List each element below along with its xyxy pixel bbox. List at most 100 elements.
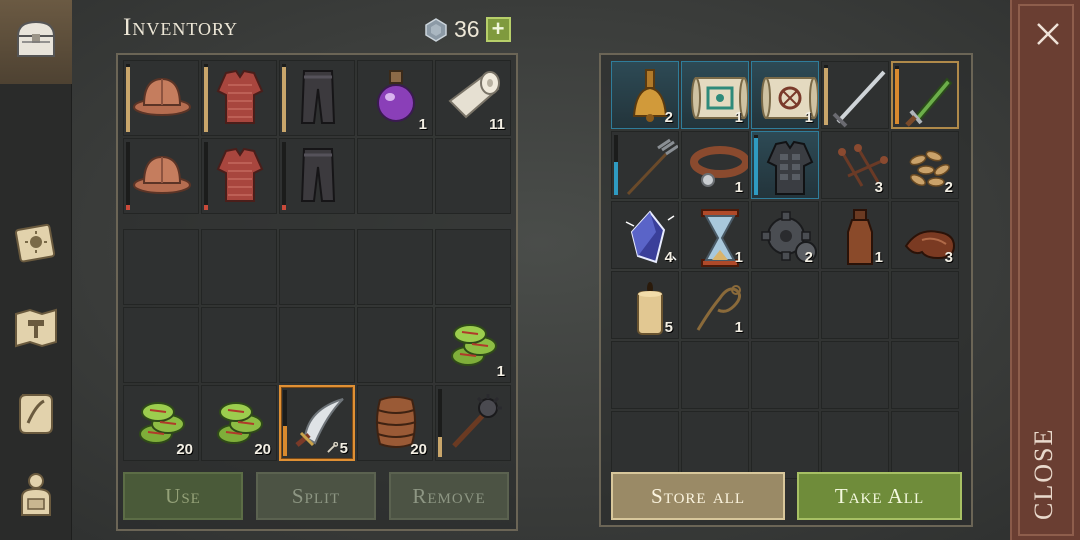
storage-slot[interactable]: 1 [681, 61, 749, 129]
item-quantity: 4 [664, 249, 673, 266]
helmet-icon [130, 143, 194, 207]
split-button[interactable]: Split [256, 472, 376, 520]
add-gems-button[interactable]: + [485, 17, 511, 42]
gem-icon [424, 17, 448, 42]
equipment-slot[interactable] [435, 138, 511, 214]
tab-inventory[interactable] [0, 0, 72, 84]
storage-slot[interactable] [891, 411, 959, 479]
close-icon[interactable] [1034, 20, 1062, 48]
inventory-title: Inventory [123, 14, 238, 41]
storage-slot[interactable]: 2 [751, 201, 819, 269]
storage-slot[interactable]: 2 [891, 131, 959, 199]
equipment-slot[interactable]: 11 [435, 60, 511, 136]
storage-slot[interactable] [611, 131, 679, 199]
backpack-slot[interactable] [201, 229, 277, 305]
pants-icon [286, 143, 350, 207]
equipment-slot[interactable] [357, 138, 433, 214]
storage-slot[interactable] [821, 61, 889, 129]
close-panel[interactable]: CLOSE [1010, 0, 1080, 540]
pitchfork-icon [618, 136, 678, 198]
storage-slot[interactable]: 3 [891, 201, 959, 269]
equipment-grid: 1 11 [123, 60, 511, 214]
backpack-slot[interactable] [279, 307, 355, 383]
item-quantity: 3 [874, 179, 883, 196]
backpack-slot[interactable]: 1 [435, 307, 511, 383]
storage-slot[interactable]: 1 [751, 61, 819, 129]
item-quantity: 1 [874, 249, 883, 266]
equipment-slot[interactable] [201, 138, 277, 214]
item-quantity: 3 [944, 249, 953, 266]
item-quantity: 1 [418, 116, 427, 133]
equipment-slot[interactable] [279, 138, 355, 214]
backpack-slot[interactable] [435, 385, 511, 461]
storage-slot[interactable] [751, 271, 819, 339]
storage-slot[interactable] [821, 411, 889, 479]
backpack-slot[interactable]: 20 [123, 385, 199, 461]
storage-grid: 2 1 1 1 3 2 4 1 2 1 3 5 1 [611, 61, 959, 479]
storage-slot[interactable] [821, 271, 889, 339]
item-quantity: 1 [734, 109, 743, 126]
repair-icon [326, 440, 338, 457]
equipment-slot[interactable] [123, 138, 199, 214]
backpack-slot[interactable] [123, 229, 199, 305]
equipment-slot[interactable] [279, 60, 355, 136]
storage-slot[interactable] [681, 341, 749, 409]
gem-count: 36 [454, 16, 480, 42]
equipment-slot[interactable] [201, 60, 277, 136]
backpack-slot[interactable] [435, 229, 511, 305]
dagger-icon [899, 67, 957, 127]
backpack-slot[interactable]: 20 [201, 385, 277, 461]
storage-slot[interactable] [751, 341, 819, 409]
recipe-scroll-icon [10, 387, 62, 444]
backpack-slot[interactable] [357, 229, 433, 305]
durability-value: 5 [339, 440, 348, 457]
storage-slot[interactable] [821, 341, 889, 409]
storage-slot[interactable]: 5 [611, 271, 679, 339]
store-all-button[interactable]: Store all [611, 472, 785, 520]
durability-count: 5 [326, 440, 348, 457]
remove-button[interactable]: Remove [389, 472, 509, 520]
tab-recipes[interactable] [0, 380, 72, 450]
item-quantity: 1 [734, 249, 743, 266]
equipment-slot[interactable]: 1 [357, 60, 433, 136]
equipment-slot[interactable] [123, 60, 199, 136]
item-quantity: 20 [176, 441, 193, 458]
storage-slot[interactable] [751, 131, 819, 199]
backpack-slot[interactable]: 5 [279, 385, 355, 461]
backpack-grid: 1 20 20 5 20 [123, 229, 511, 461]
storage-slot[interactable]: 4 [611, 201, 679, 269]
backpack-slot[interactable] [279, 229, 355, 305]
backpack-slot[interactable] [123, 307, 199, 383]
item-quantity: 20 [410, 441, 427, 458]
backpack-slot[interactable]: 20 [357, 385, 433, 461]
tab-journal[interactable] [0, 210, 72, 280]
close-label[interactable]: CLOSE [1029, 428, 1059, 520]
backpack-slot[interactable] [357, 307, 433, 383]
storage-slot[interactable]: 1 [821, 201, 889, 269]
storage-slot[interactable] [891, 271, 959, 339]
character-icon [10, 469, 62, 526]
storage-slot[interactable]: 1 [681, 271, 749, 339]
gem-counter: 36 + [424, 16, 511, 43]
tab-character[interactable] [0, 462, 72, 532]
storage-slot[interactable] [611, 341, 679, 409]
item-quantity: 1 [734, 179, 743, 196]
take-all-button[interactable]: Take All [797, 472, 962, 520]
storage-slot[interactable]: 1 [681, 201, 749, 269]
use-button[interactable]: Use [123, 472, 243, 520]
pants-icon [286, 65, 350, 129]
item-quantity: 2 [944, 179, 953, 196]
backpack-slot[interactable] [201, 307, 277, 383]
storage-slot[interactable] [891, 341, 959, 409]
item-quantity: 5 [664, 319, 673, 336]
storage-slot[interactable]: 1 [681, 131, 749, 199]
mace-icon [442, 390, 506, 454]
item-quantity: 1 [804, 109, 813, 126]
storage-slot[interactable] [681, 411, 749, 479]
storage-slot[interactable]: 2 [611, 61, 679, 129]
tab-crafting[interactable] [0, 295, 72, 365]
storage-slot[interactable] [891, 61, 959, 129]
storage-slot[interactable] [751, 411, 819, 479]
storage-slot[interactable]: 3 [821, 131, 889, 199]
storage-slot[interactable] [611, 411, 679, 479]
